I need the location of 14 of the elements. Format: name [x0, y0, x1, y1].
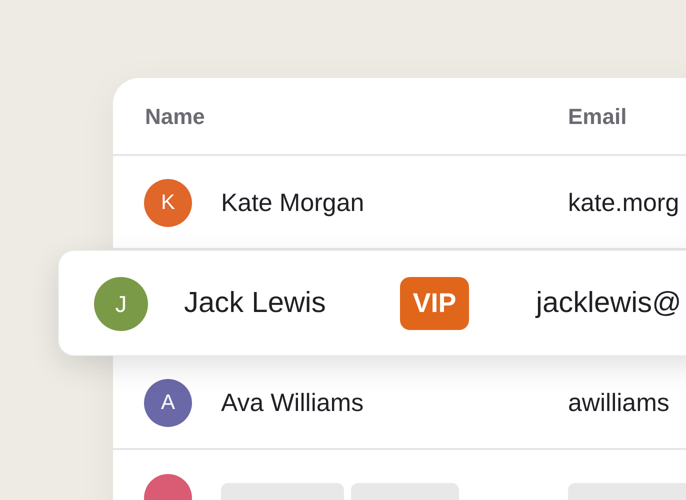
avatar: K — [144, 179, 192, 227]
column-header: Email — [568, 104, 627, 130]
table-row[interactable]: A Ava Williams awilliams — [113, 356, 686, 450]
vip-badge: VIP — [400, 277, 469, 330]
raised-row[interactable]: J Jack Lewis VIP jacklewis@ — [58, 250, 686, 356]
column-header: Name — [145, 104, 205, 130]
avatar: A — [144, 379, 192, 427]
contact-email: kate.morg — [568, 189, 680, 218]
contact-name: Ava Williams — [221, 389, 364, 418]
avatar: J — [94, 277, 148, 331]
contact-email: jacklewis@ — [536, 287, 682, 320]
contact-name: Jack Lewis — [184, 287, 326, 320]
contact-name: Kate Morgan — [221, 189, 364, 218]
contact-email: awilliams — [568, 389, 670, 418]
